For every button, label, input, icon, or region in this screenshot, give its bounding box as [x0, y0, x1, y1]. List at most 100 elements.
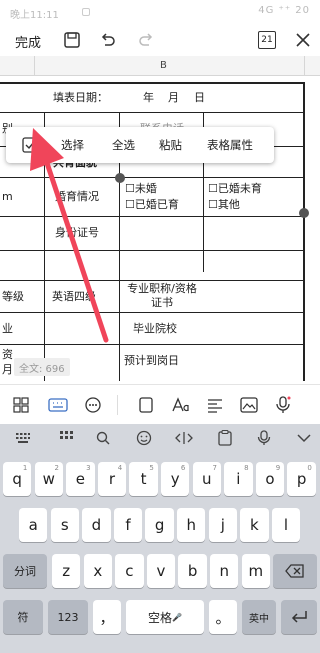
- cell-english-level: 英语四级: [52, 290, 96, 303]
- menu-select-all[interactable]: 全选: [112, 137, 135, 153]
- backspace-icon: [285, 564, 304, 578]
- key-h[interactable]: h: [177, 508, 206, 542]
- cell-id-number: 身份证号: [55, 226, 99, 239]
- paragraph-align-icon[interactable]: [204, 394, 226, 416]
- undo-icon[interactable]: [96, 28, 120, 52]
- microphone-icon[interactable]: [253, 428, 275, 448]
- status-indicators: 4G ⁺⁺ 20: [258, 5, 310, 16]
- key-k[interactable]: k: [240, 508, 269, 542]
- checkbox-icon[interactable]: [20, 135, 40, 155]
- key-period[interactable]: 。: [209, 600, 237, 634]
- grid-line: [0, 177, 304, 178]
- collapse-keyboard-icon[interactable]: [293, 428, 315, 448]
- selection-handle-right[interactable]: [299, 208, 309, 218]
- status-time: 晚上11:11: [10, 10, 59, 21]
- key-fenci[interactable]: 分词: [3, 554, 47, 588]
- sheet-count-badge: 21: [258, 31, 276, 49]
- key-t[interactable]: t5: [129, 462, 158, 496]
- menu-table-properties[interactable]: 表格属性: [207, 137, 253, 153]
- grid-line: [0, 312, 304, 313]
- key-e[interactable]: e3: [66, 462, 95, 496]
- key-z[interactable]: z: [52, 554, 81, 588]
- cell-marital-status: 婚育情况: [55, 190, 99, 203]
- key-space[interactable]: 空格 🎤: [126, 600, 204, 634]
- key-v[interactable]: v: [146, 554, 176, 588]
- spreadsheet-area[interactable]: B 填表日期： 年 月 日 别 联系电话 共育面貌 m 婚育情况 ☐未婚 ☐已婚…: [0, 56, 320, 381]
- key-number-hint: 1: [22, 464, 28, 472]
- search-icon[interactable]: [92, 428, 114, 448]
- key-a[interactable]: a: [19, 508, 48, 542]
- key-q[interactable]: q1: [3, 462, 32, 496]
- key-m[interactable]: m: [241, 554, 270, 588]
- sheet-count-icon[interactable]: 21: [255, 28, 279, 52]
- key-l[interactable]: l: [271, 508, 301, 542]
- key-o[interactable]: o9: [255, 462, 285, 496]
- image-icon[interactable]: [238, 394, 260, 416]
- key-i[interactable]: i8: [224, 462, 253, 496]
- key-enter[interactable]: [281, 600, 317, 634]
- option-other[interactable]: ☐其他: [208, 198, 240, 212]
- fill-date-label: 填表日期：: [53, 91, 108, 104]
- cell-partial-text: 业: [2, 322, 13, 335]
- keyboard-toolbar: [0, 384, 320, 424]
- key-x[interactable]: x: [83, 554, 112, 588]
- cursor-move-icon[interactable]: [173, 428, 195, 448]
- key-b[interactable]: b: [178, 554, 207, 588]
- chat-icon[interactable]: [82, 394, 104, 416]
- key-n[interactable]: n: [210, 554, 239, 588]
- selection-handle-left[interactable]: [115, 173, 125, 183]
- grid-line: [0, 216, 304, 217]
- cell-title-cert: 专业职称/资格证书: [127, 282, 197, 309]
- key-number-hint: 4: [117, 464, 123, 472]
- key-f[interactable]: f: [113, 508, 143, 542]
- clipboard-icon[interactable]: [214, 428, 236, 448]
- space-mic-icon: 🎤: [172, 612, 182, 622]
- day-label: 日: [194, 91, 205, 104]
- font-style-icon[interactable]: [170, 394, 192, 416]
- key-language-toggle[interactable]: 英中: [242, 600, 276, 634]
- key-c[interactable]: c: [115, 554, 144, 588]
- key-d[interactable]: d: [82, 508, 111, 542]
- key-symbols[interactable]: 符: [3, 600, 43, 634]
- key-j[interactable]: j: [208, 508, 237, 542]
- option-unmarried[interactable]: ☐未婚: [125, 182, 157, 196]
- cell-partial-text: 资: [2, 348, 13, 361]
- voice-icon[interactable]: [272, 394, 294, 416]
- key-number-hint: 8: [244, 464, 249, 472]
- page-icon[interactable]: [135, 394, 157, 416]
- save-icon[interactable]: [60, 28, 84, 52]
- notification-icon: [82, 8, 90, 16]
- key-r[interactable]: r4: [97, 462, 127, 496]
- key-u[interactable]: u7: [192, 462, 221, 496]
- toolbar-divider: [117, 395, 118, 415]
- keyboard-icon[interactable]: [47, 394, 69, 416]
- key-number-hint: 5: [149, 464, 154, 472]
- key-g[interactable]: g: [145, 508, 174, 542]
- key-comma[interactable]: ，: [93, 600, 121, 634]
- keyboard-grid-icon[interactable]: [12, 428, 34, 448]
- emoji-icon[interactable]: [133, 428, 155, 448]
- table-border: [303, 82, 305, 381]
- redo-icon[interactable]: [134, 28, 158, 52]
- table-border: [0, 82, 304, 84]
- key-w[interactable]: w2: [34, 462, 63, 496]
- editor-toolbar: 完成 21: [0, 24, 320, 56]
- menu-paste[interactable]: 粘贴: [159, 137, 182, 153]
- keyboard-settings-icon[interactable]: [56, 428, 78, 448]
- done-button[interactable]: 完成: [15, 32, 41, 51]
- enter-icon: [291, 611, 307, 623]
- grid-icon[interactable]: [10, 394, 32, 416]
- cell-graduate-school: 毕业院校: [133, 322, 177, 335]
- key-p[interactable]: p0: [287, 462, 316, 496]
- month-label: 月: [168, 91, 179, 104]
- key-numbers[interactable]: 123: [48, 600, 88, 634]
- column-divider: [304, 56, 305, 76]
- option-married-child[interactable]: ☐已婚已育: [125, 198, 179, 212]
- key-y[interactable]: y6: [161, 462, 190, 496]
- key-backspace[interactable]: [273, 554, 317, 588]
- close-icon[interactable]: [291, 28, 315, 52]
- key-number-hint: 7: [212, 464, 217, 472]
- option-married-no-child[interactable]: ☐已婚未育: [208, 182, 262, 196]
- key-s[interactable]: s: [50, 508, 79, 542]
- menu-select[interactable]: 选择: [61, 137, 84, 153]
